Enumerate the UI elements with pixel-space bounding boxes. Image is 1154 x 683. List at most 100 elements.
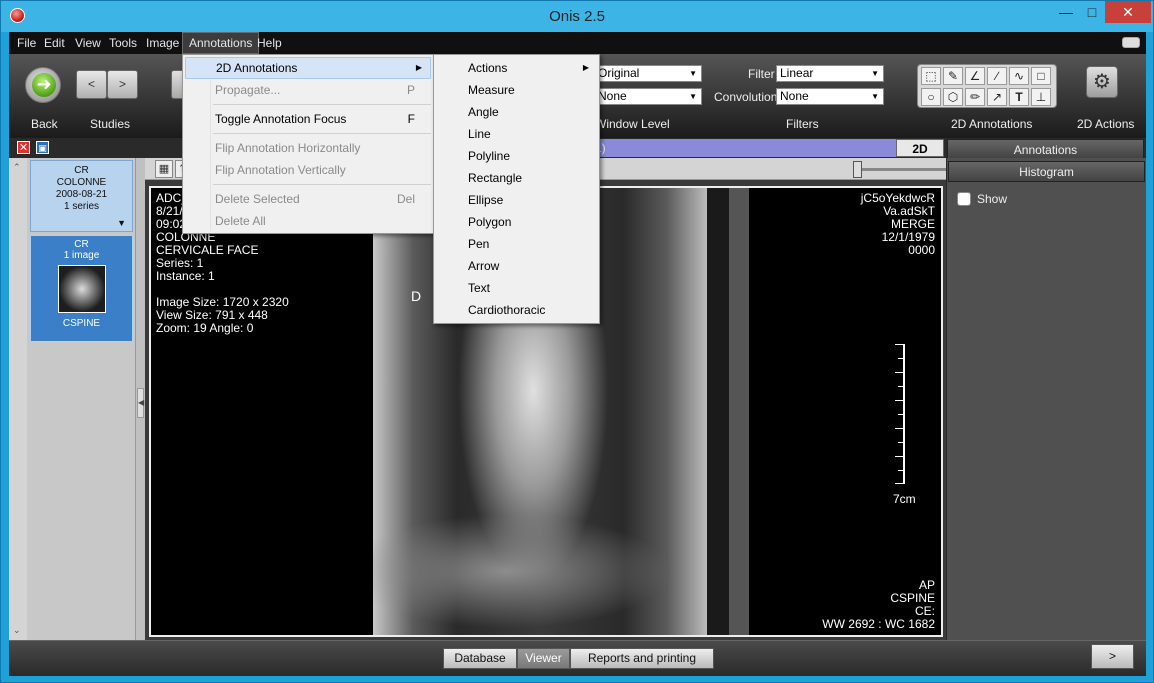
menu-item-propagate[interactable]: Propagate... P xyxy=(185,79,431,101)
menu-item-delete-selected[interactable]: Delete Selected Del xyxy=(185,188,431,210)
window-value: None xyxy=(598,89,627,103)
filter-select[interactable]: Linear ▼ xyxy=(776,65,884,82)
arrow-icon[interactable]: ↗ xyxy=(987,88,1007,106)
scroll-down-icon[interactable]: ⌄ xyxy=(13,625,21,636)
show-histogram-checkbox[interactable] xyxy=(957,192,971,206)
submenu-item-rectangle[interactable]: Rectangle xyxy=(436,167,597,189)
submenu-item-cardiothoracic[interactable]: Cardiothoracic xyxy=(436,299,597,321)
study-card[interactable]: CR COLONNE 2008-08-21 1 series ▼ xyxy=(30,160,133,232)
maximize-icon[interactable]: □ xyxy=(1077,1,1107,23)
submenu-item-pen[interactable]: Pen xyxy=(436,233,597,255)
ruler-icon[interactable]: ✎ xyxy=(943,67,963,85)
right-panel: Histogram Show xyxy=(946,158,1146,640)
actions-2d-label: 2D Actions xyxy=(1077,117,1135,131)
xray-image-border xyxy=(729,188,749,635)
convolution-select[interactable]: None ▼ xyxy=(776,88,884,105)
menu-item-toggle-annotation-focus[interactable]: Toggle Annotation Focus F xyxy=(185,108,431,130)
gear-icon[interactable]: ⚙ xyxy=(1086,66,1118,98)
submenu-item-ellipse[interactable]: Ellipse xyxy=(436,189,597,211)
annotations-panel-tab[interactable]: Annotations xyxy=(947,139,1144,159)
submenu-item-label: Actions xyxy=(468,61,508,75)
series-thumbnail[interactable] xyxy=(58,265,106,313)
filters-label: Filters xyxy=(786,117,819,131)
menu-edit[interactable]: Edit xyxy=(38,32,71,54)
close-study-icon[interactable]: ✕ xyxy=(17,141,30,154)
menu-tools[interactable]: Tools xyxy=(103,32,143,54)
dropdown-arrow-icon: ▼ xyxy=(689,69,697,78)
window-select[interactable]: None ▼ xyxy=(594,88,702,105)
submenu-item-actions[interactable]: Actions ▶ xyxy=(436,57,597,79)
angle-icon[interactable]: ∠ xyxy=(965,67,985,85)
thumbnail-panel: ⌃ ⌄ CR COLONNE 2008-08-21 1 series ▼ CR … xyxy=(9,158,135,640)
annotations-menu: 2D Annotations ▶ Propagate... P Toggle Ann… xyxy=(182,54,434,234)
dropdown-arrow-icon: ▼ xyxy=(689,92,697,101)
menu-help[interactable]: Help xyxy=(251,32,288,54)
panel-splitter[interactable]: ◀ xyxy=(135,158,145,640)
polygon-icon[interactable]: ⬡ xyxy=(943,88,963,106)
title-bar[interactable]: Onis 2.5 — □ ✕ xyxy=(1,1,1153,32)
menu-item-flip-vertically[interactable]: Flip Annotation Vertically xyxy=(185,159,431,181)
menu-image[interactable]: Image xyxy=(140,32,185,54)
splitter-collapse-icon[interactable]: ◀ xyxy=(137,388,144,418)
submenu-arrow-icon: ▶ xyxy=(415,63,422,72)
selection-rect-icon[interactable]: ⬚ xyxy=(921,67,941,85)
menu-view[interactable]: View xyxy=(69,32,107,54)
menu-item-delete-all[interactable]: Delete All xyxy=(185,210,431,232)
lut-value: Original xyxy=(598,66,640,80)
menu-item-label: Flip Annotation Horizontally xyxy=(215,141,361,155)
close-icon[interactable]: ✕ xyxy=(1105,1,1151,23)
menu-item-label: Toggle Annotation Focus xyxy=(215,112,347,126)
series-card[interactable]: CR 1 image CSPINE xyxy=(30,235,133,342)
collapse-toolbar-button[interactable] xyxy=(1122,37,1140,48)
submenu-item-text[interactable]: Text xyxy=(436,277,597,299)
submenu-item-polygon[interactable]: Polygon xyxy=(436,211,597,233)
reports-button[interactable]: Reports and printing xyxy=(570,648,714,669)
scale-ruler xyxy=(895,344,905,484)
database-button[interactable]: Database xyxy=(443,648,517,669)
histogram-tab[interactable]: Histogram xyxy=(948,161,1145,182)
next-study-button[interactable]: > xyxy=(107,70,138,99)
window-layout-icon[interactable]: ▣ xyxy=(36,141,49,154)
convolution-value: None xyxy=(780,89,809,103)
back-button[interactable]: ➜ xyxy=(25,67,61,103)
submenu-item-line[interactable]: Line xyxy=(436,123,597,145)
dropdown-arrow-icon: ▼ xyxy=(871,92,879,101)
submenu-item-polyline[interactable]: Polyline xyxy=(436,145,597,167)
viewer-button[interactable]: Viewer xyxy=(517,648,570,669)
submenu-item-angle[interactable]: Angle xyxy=(436,101,597,123)
line-icon[interactable]: ∕ xyxy=(987,67,1007,85)
client-area: File Edit View Tools Image Annotations H… xyxy=(9,32,1146,676)
submenu-arrow-icon: ▶ xyxy=(582,63,589,72)
menu-shortcut: F xyxy=(407,112,415,126)
polyline-icon[interactable]: ∿ xyxy=(1009,67,1029,85)
menu-item-2d-annotations[interactable]: 2D Annotations ▶ xyxy=(185,57,431,79)
grid-layout-icon[interactable]: ▦ xyxy=(155,160,173,178)
lut-select[interactable]: Original ▼ xyxy=(594,65,702,82)
next-page-button[interactable]: > xyxy=(1091,644,1134,669)
series-image-count: 1 image xyxy=(63,250,100,261)
submenu-item-measure[interactable]: Measure xyxy=(436,79,597,101)
cardiothoracic-icon[interactable]: ⊥ xyxy=(1031,88,1051,106)
ellipse-icon[interactable]: ○ xyxy=(921,88,941,106)
menu-item-label: Propagate... xyxy=(215,83,281,97)
study-series-count: 1 series xyxy=(63,201,99,212)
menu-annotations[interactable]: Annotations xyxy=(182,32,260,54)
expand-icon[interactable]: ▼ xyxy=(117,217,126,229)
image-slider-thumb[interactable] xyxy=(853,161,862,178)
annotations-2d-label: 2D Annotations xyxy=(951,117,1033,131)
study-modality: CR xyxy=(74,165,89,176)
mode-2d-tab[interactable]: 2D xyxy=(896,139,944,157)
rectangle-icon[interactable]: □ xyxy=(1031,67,1051,85)
text-icon[interactable]: T xyxy=(1009,88,1029,106)
submenu-item-arrow[interactable]: Arrow xyxy=(436,255,597,277)
bottom-bar: Database Viewer Reports and printing > xyxy=(9,640,1146,676)
series-modality: CR xyxy=(74,239,89,250)
studies-label: Studies xyxy=(90,117,131,131)
filter-label: Filter xyxy=(748,67,775,81)
previous-study-button[interactable]: < xyxy=(76,70,107,99)
thumbnail-scrollbar[interactable]: ⌃ ⌄ xyxy=(9,158,27,640)
menu-item-label: Flip Annotation Vertically xyxy=(215,163,346,177)
scroll-up-icon[interactable]: ⌃ xyxy=(13,162,21,173)
pen-icon[interactable]: ✏ xyxy=(965,88,985,106)
menu-item-flip-horizontally[interactable]: Flip Annotation Horizontally xyxy=(185,137,431,159)
